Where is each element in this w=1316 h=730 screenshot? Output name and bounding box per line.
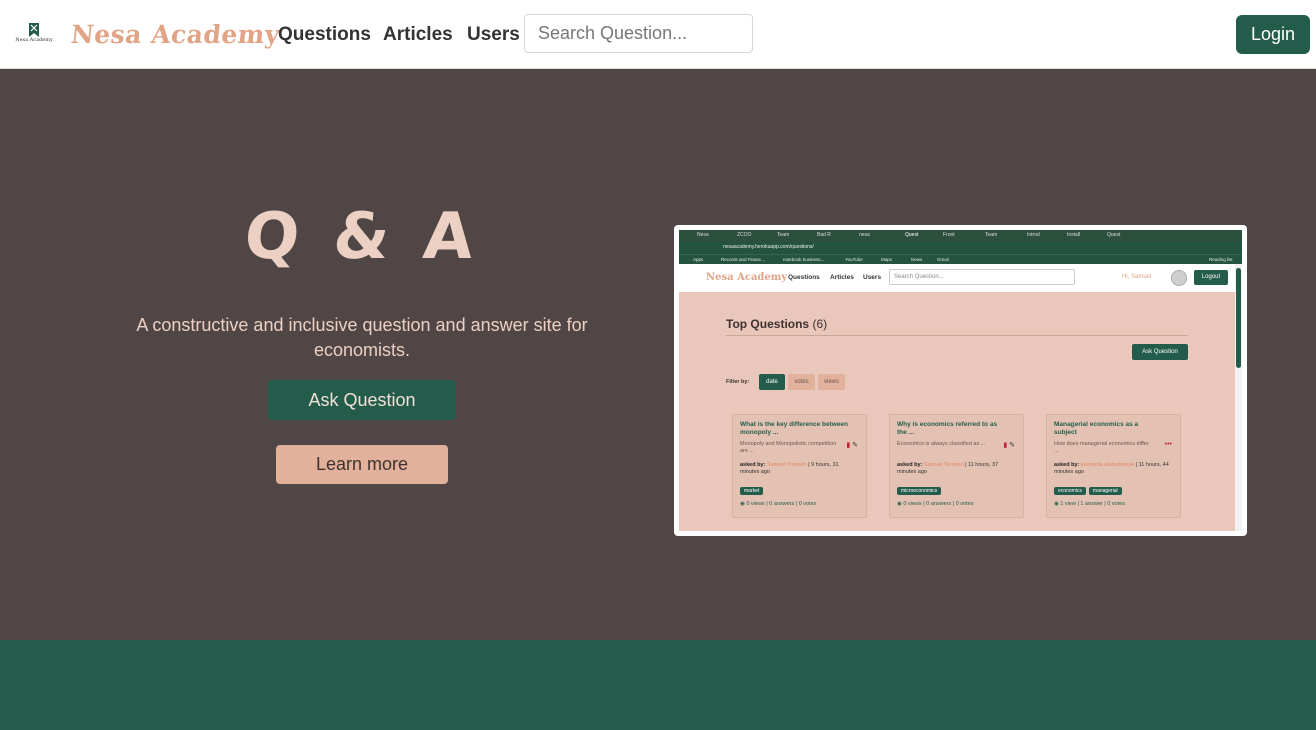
preview-link: Articles	[830, 274, 854, 281]
navbar: Nesa Academy Nesa Academy Questions Arti…	[0, 0, 1316, 69]
learn-more-button[interactable]: Learn more	[276, 445, 448, 484]
divider	[726, 335, 1188, 336]
card-stats: ◉ 0 views | 0 answers | 0 votes	[897, 501, 974, 507]
preview-search: Search Question...	[889, 269, 1075, 285]
preview-heading: Top Questions (6)	[726, 317, 828, 331]
bookmark: notebook business...	[783, 257, 825, 262]
filter-chip-views: views	[818, 374, 845, 390]
nav-articles[interactable]: Articles	[383, 24, 453, 46]
filter-chip-votes: votes	[788, 374, 815, 390]
preview-link: Users	[863, 274, 882, 281]
more-icon: •••	[1164, 441, 1172, 448]
book-logo-icon	[29, 23, 39, 37]
bookmark: Records and Financ...	[721, 257, 766, 262]
tag: market	[740, 487, 764, 495]
bookmark: YouTube	[845, 257, 863, 262]
app-screenshot-preview: Nesa ZCOO Team Bad R nesa Quest Front Te…	[674, 225, 1247, 536]
card-stats: ◉ 1 view | 1 answer | 0 votes	[1054, 501, 1125, 507]
footer-band	[0, 640, 1316, 730]
eye-icon: ◉	[897, 501, 902, 507]
nav-questions[interactable]: Questions	[278, 24, 371, 46]
question-card: What is the key difference between monop…	[732, 414, 867, 518]
login-button[interactable]: Login	[1236, 15, 1310, 54]
preview-logout: Logout	[1194, 270, 1228, 285]
browser-tab-active: Quest	[905, 232, 919, 238]
preview-ask-button: Ask Question	[1132, 344, 1188, 360]
delete-edit-icons: ▮ ✎	[846, 442, 858, 449]
browser-url: nesaacademy.herokuapp.com/questions/	[723, 244, 814, 250]
bookmark: Maps	[881, 257, 893, 262]
browser-address-bar: nesaacademy.herokuapp.com/questions/	[679, 242, 1242, 254]
question-card: Managerial economics as a subject How do…	[1046, 414, 1181, 518]
hero-section: Q & A A constructive and inclusive quest…	[0, 69, 1316, 640]
browser-tab: ZCOO	[737, 232, 752, 238]
browser-tab: Install	[1067, 232, 1081, 238]
hero-title: Q & A	[241, 200, 483, 274]
browser-tab: Bad R	[817, 232, 831, 238]
browser-tab: Nesa	[697, 232, 709, 238]
bookmark: News	[911, 257, 923, 262]
browser-tab: Introd	[1027, 232, 1040, 238]
tag: economics	[1054, 487, 1086, 495]
ask-question-button[interactable]: Ask Question	[268, 380, 456, 420]
avatar	[1171, 270, 1187, 286]
hero-tagline: A constructive and inclusive question an…	[136, 315, 588, 360]
search-input[interactable]	[524, 14, 753, 53]
tag: microeconomics	[897, 487, 942, 495]
bookmark: Reading list	[1209, 257, 1233, 262]
preview-greeting: Hi, Samuel	[1122, 274, 1152, 280]
preview-scrollbar	[1235, 264, 1242, 531]
delete-edit-icons: ▮ ✎	[1003, 442, 1015, 449]
nav-users[interactable]: Users	[467, 24, 520, 46]
eye-icon: ◉	[1054, 501, 1059, 507]
browser-tab: Team	[777, 232, 790, 238]
browser-tab-strip: Nesa ZCOO Team Bad R nesa Quest Front Te…	[679, 230, 1242, 242]
bookmarks-bar: Apps Records and Financ... notebook busi…	[679, 254, 1242, 264]
logo-text: Nesa Academy	[15, 37, 53, 43]
bookmark: Gmail	[937, 257, 949, 262]
brand-name[interactable]: Nesa Academy	[69, 20, 281, 49]
preview-filter-label: Filter by:	[726, 379, 750, 385]
eye-icon: ◉	[740, 501, 745, 507]
question-card: Why is economics referred to as the ... …	[889, 414, 1024, 518]
browser-tab: Team	[985, 232, 998, 238]
tag: managerial	[1088, 487, 1122, 495]
preview-link: Questions	[788, 274, 820, 281]
browser-tab: nesa	[859, 232, 870, 238]
browser-tab: Front	[943, 232, 955, 238]
browser-tab: Quest	[1107, 232, 1121, 238]
bookmark: Apps	[693, 257, 704, 262]
preview-navbar: Nesa Academy Questions Articles Users Se…	[679, 264, 1235, 292]
site-logo[interactable]: Nesa Academy	[14, 23, 54, 47]
card-stats: ◉ 0 views | 0 answers | 0 votes	[740, 501, 817, 507]
screenshot-content: Nesa ZCOO Team Bad R nesa Quest Front Te…	[679, 230, 1242, 531]
filter-chip-date: date	[759, 374, 785, 390]
preview-brand: Nesa Academy	[706, 272, 788, 283]
